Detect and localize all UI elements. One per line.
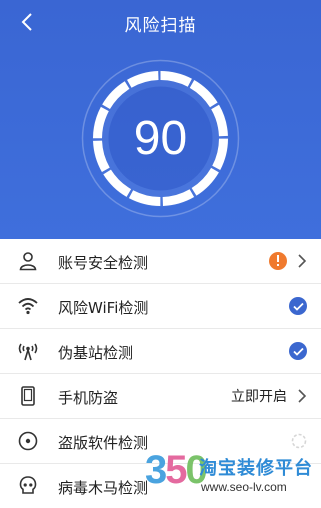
wifi-icon xyxy=(16,294,40,318)
chevron-right-icon xyxy=(298,254,307,268)
watermark-url: www.seo-lv.com xyxy=(201,480,287,494)
row-label: 账号安全检测 xyxy=(58,254,149,272)
scan-header: 风险扫描 90 xyxy=(0,0,321,239)
risk-score: 90 xyxy=(133,112,188,165)
skull-icon xyxy=(16,474,40,498)
wifi-check-row[interactable]: 风险WiFi检测 xyxy=(0,284,321,329)
row-label: 风险WiFi检测 xyxy=(58,299,149,317)
row-label: 伪基站检测 xyxy=(58,344,134,362)
loading-spinner-icon xyxy=(291,433,307,449)
user-icon xyxy=(16,249,40,273)
watermark-brand: 淘宝装修平台 xyxy=(199,458,313,479)
warning-icon xyxy=(269,252,287,270)
row-label: 病毒木马检测 xyxy=(58,479,149,497)
account-security-row[interactable]: 账号安全检测 xyxy=(0,239,321,284)
phone-icon xyxy=(16,384,40,408)
anti-theft-row[interactable]: 手机防盗 立即开启 xyxy=(0,374,321,419)
row-label: 盗版软件检测 xyxy=(58,434,149,452)
watermark-number: 350 xyxy=(145,448,208,492)
antenna-icon xyxy=(16,339,40,363)
row-label: 手机防盗 xyxy=(58,389,119,407)
watermark-logo: 350 淘宝装修平台 www.seo-lv.com xyxy=(145,448,315,500)
check-icon xyxy=(289,297,307,315)
fake-base-station-row[interactable]: 伪基站检测 xyxy=(0,329,321,374)
disc-icon xyxy=(16,429,40,453)
enable-now-link[interactable]: 立即开启 xyxy=(231,386,287,406)
chevron-right-icon xyxy=(298,389,307,403)
check-icon xyxy=(289,342,307,360)
page-title: 风险扫描 xyxy=(124,16,197,36)
